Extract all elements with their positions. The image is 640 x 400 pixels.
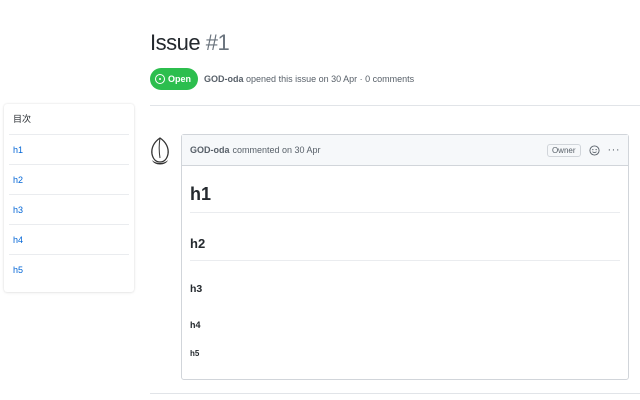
toc-item-h1[interactable]: h1 <box>9 135 129 165</box>
issue-meta: Open GOD-oda opened this issue on 30 Apr… <box>150 68 414 90</box>
toc-header: 目次 <box>9 104 129 135</box>
body-heading-h1: h1 <box>190 166 620 213</box>
comment-header: GOD-oda commented on 30 Apr Owner ··· <box>182 135 628 166</box>
body-heading-h4: h4 <box>190 320 201 330</box>
state-badge: Open <box>150 68 199 90</box>
owner-label: Owner <box>546 143 581 157</box>
more-options-icon[interactable]: ··· <box>608 144 621 156</box>
comment-body: h1 h2 h3 h4 h5 <box>182 166 628 369</box>
toc-item-h5[interactable]: h5 <box>9 255 129 285</box>
toc-panel: 目次 h1 h2 h3 h4 h5 <box>4 104 134 292</box>
body-heading-h5: h5 <box>190 349 200 358</box>
smiley-icon[interactable] <box>588 144 600 156</box>
toc-item-h3[interactable]: h3 <box>9 195 129 225</box>
state-label: Open <box>168 74 192 84</box>
comment-box: GOD-oda commented on 30 Apr Owner ··· h1… <box>181 134 629 380</box>
avatar[interactable] <box>148 134 172 168</box>
bottom-divider <box>150 393 640 394</box>
comment-author-link[interactable]: GOD-oda <box>190 145 230 155</box>
issue-author-link[interactable]: GOD-oda <box>204 74 244 84</box>
issue-number: #1 <box>205 30 230 55</box>
body-heading-h2: h2 <box>190 213 620 261</box>
header-divider <box>150 105 640 106</box>
body-heading-h3: h3 <box>190 283 203 295</box>
issue-page: Issue #1 Open GOD-oda opened this issue … <box>0 0 640 400</box>
toc-item-h4[interactable]: h4 <box>9 225 129 255</box>
comment-meta-text: commented on 30 Apr <box>232 145 321 155</box>
issue-open-icon <box>155 74 165 84</box>
issue-meta-text: opened this issue on 30 Apr · 0 comments <box>246 74 415 84</box>
issue-title-text: Issue <box>150 30 201 55</box>
toc-item-h2[interactable]: h2 <box>9 165 129 195</box>
issue-title: Issue #1 <box>150 30 230 56</box>
